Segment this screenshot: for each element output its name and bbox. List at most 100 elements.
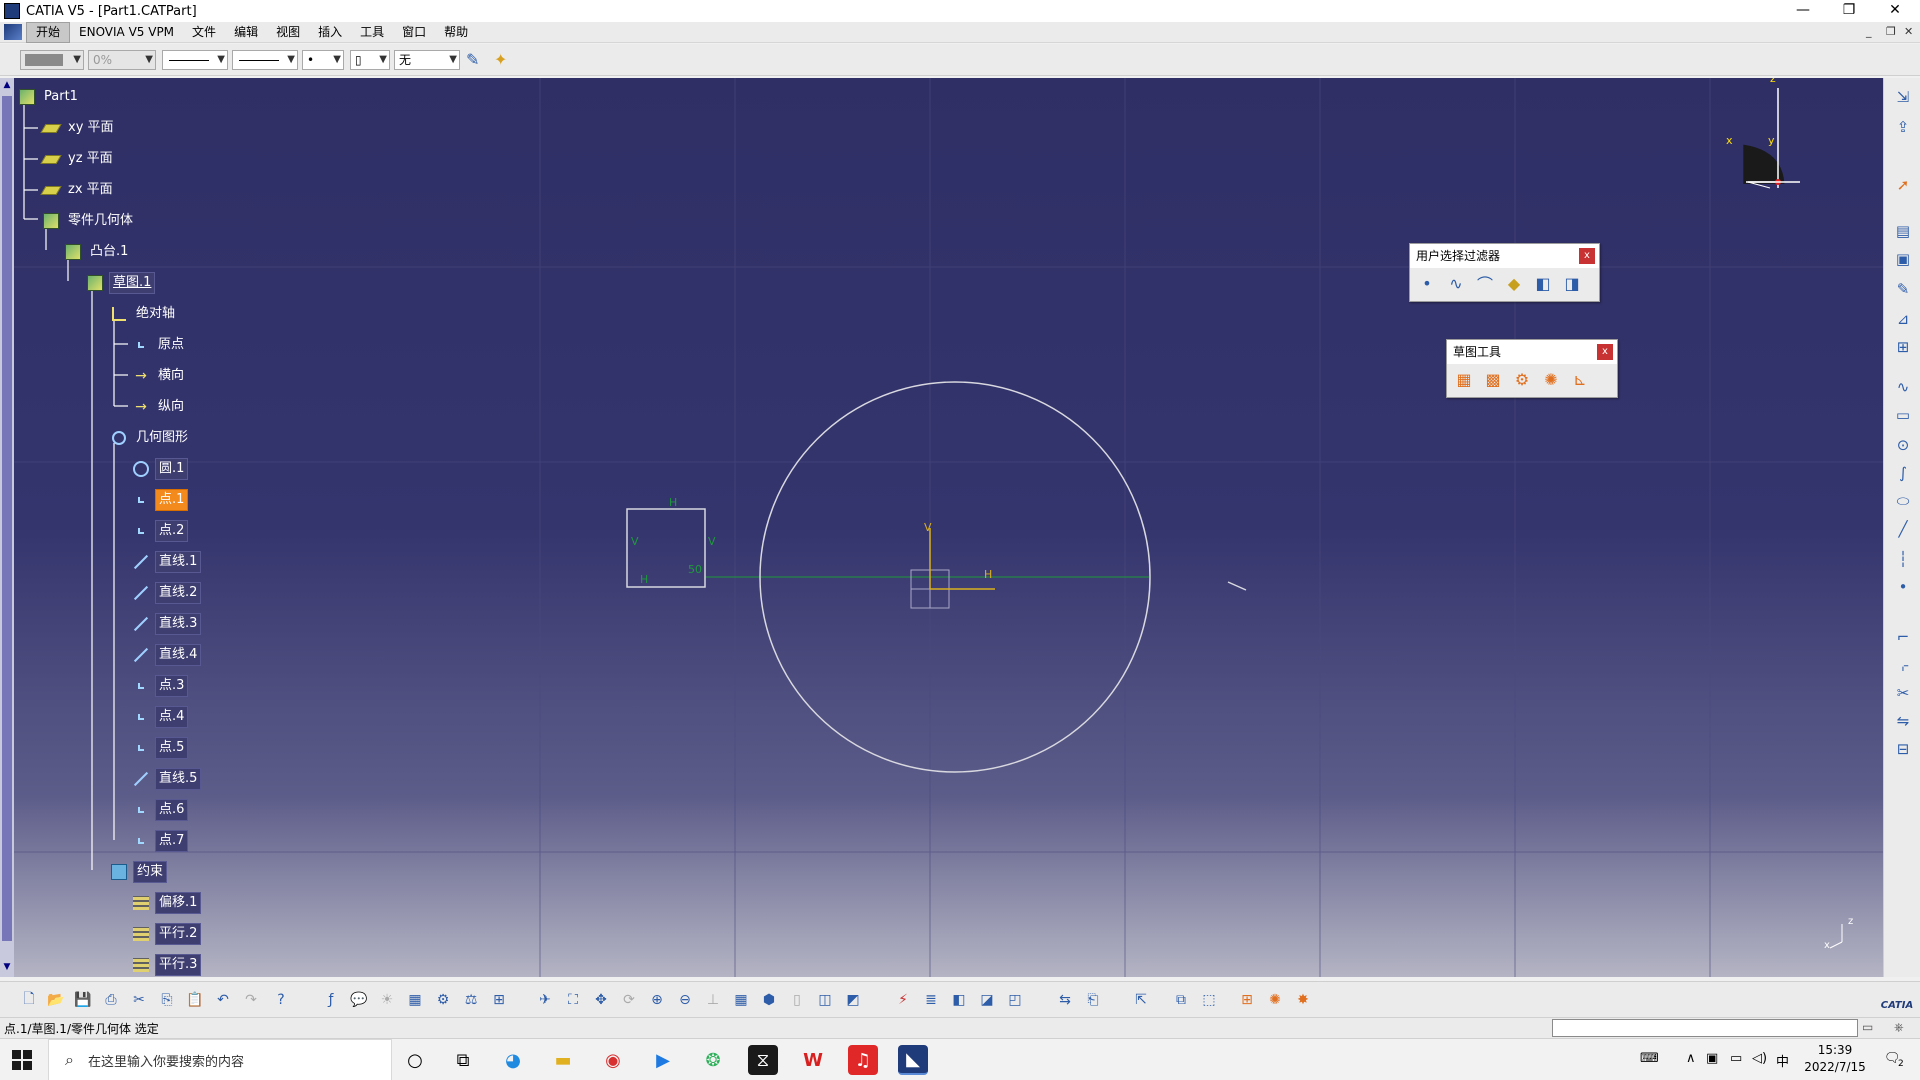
menu-edit[interactable]: 编辑 [225, 23, 267, 42]
tree-node-yz-plane[interactable]: yz 平面 [40, 148, 116, 170]
filter-toolbar-title[interactable]: 用户选择过滤器 x [1410, 244, 1599, 268]
tree-node-point-5[interactable]: 点.5 [132, 737, 189, 759]
tree-node-line-1[interactable]: 直线.1 [132, 551, 202, 573]
menu-enovia[interactable]: ENOVIA V5 VPM [70, 23, 183, 42]
constraint-solver-icon[interactable]: ✺ [1264, 989, 1286, 1011]
point-filter-icon[interactable]: • [1416, 272, 1438, 294]
monitor-tray-icon[interactable]: ▭ [1730, 1051, 1742, 1066]
dimensional-constraints-icon[interactable]: ⊾ [1569, 368, 1591, 390]
tree-node-point-6[interactable]: 点.6 [132, 799, 189, 821]
redo-icon[interactable]: ↷ [240, 989, 262, 1011]
tree-node-geometry[interactable]: 几何图形 [110, 427, 191, 449]
copy-icon[interactable]: ⎘ [156, 989, 178, 1011]
chrome-icon[interactable]: ◉ [598, 1045, 628, 1075]
layer-combo[interactable]: 无 ▼ [394, 50, 460, 70]
pan-icon[interactable]: ✥ [590, 989, 612, 1011]
filter-toolbar-close-button[interactable]: x [1579, 248, 1595, 264]
tree-node-point-2[interactable]: 点.2 [132, 520, 189, 542]
tree-node-sketch-1[interactable]: 草图.1 [86, 272, 156, 294]
curve-filter-icon[interactable]: ∿ [1445, 272, 1467, 294]
trim-icon[interactable]: ✂ [1891, 682, 1915, 704]
tree-node-line-5[interactable]: 直线.5 [132, 768, 202, 790]
3d-viewport[interactable]: H V V H 50 V H z x y z x ▲ ▼ Part1 xy 平面… [0, 78, 1883, 977]
tree-node-pad-1[interactable]: 凸台.1 [64, 241, 131, 263]
command-history-icon[interactable]: ▭ [1862, 1020, 1873, 1034]
workbench-switch-icon[interactable]: ⇆ [1054, 989, 1076, 1011]
paste-icon[interactable]: 📋 [184, 989, 206, 1011]
tree-node-origin[interactable]: 原点 [132, 334, 187, 356]
sketch-icon[interactable]: ▤ [1891, 220, 1915, 242]
tree-node-vertical[interactable]: → 纵向 [132, 396, 187, 418]
command-execute-icon[interactable]: ⎈ [1894, 1020, 1904, 1035]
diagnosis-icon[interactable]: ◰ [1004, 989, 1026, 1011]
constraint-icon[interactable]: ⊿ [1891, 308, 1915, 330]
tree-node-parallel-2[interactable]: 平行.2 [132, 923, 202, 945]
linetype-combo[interactable]: ▼ [232, 50, 298, 70]
command-input[interactable] [1552, 1019, 1858, 1037]
circle-icon[interactable]: ⊙ [1891, 434, 1915, 456]
tree-node-line-4[interactable]: 直线.4 [132, 644, 202, 666]
analysis-icon[interactable]: ⊞ [488, 989, 510, 1011]
zoom-in-icon[interactable]: ⊕ [646, 989, 668, 1011]
swap-space-icon[interactable]: ◩ [842, 989, 864, 1011]
rectangle-icon[interactable]: ▭ [1891, 404, 1915, 426]
spline-icon[interactable]: ∫ [1891, 462, 1915, 484]
project-icon[interactable]: ⊟ [1891, 738, 1915, 760]
normal-view-icon[interactable]: ⊥ [702, 989, 724, 1011]
select-filter-icon[interactable]: ⇱ [1130, 989, 1152, 1011]
shading-icon[interactable]: ▯ [786, 989, 808, 1011]
render-style-combo[interactable]: ▯ ▼ [350, 50, 390, 70]
corner-icon[interactable]: ⌐ [1891, 626, 1915, 648]
positioned-sketch-icon[interactable]: ▣ [1891, 248, 1915, 270]
windows-start-icon[interactable] [12, 1050, 32, 1070]
sketch-tools-title[interactable]: 草图工具 x [1447, 340, 1617, 364]
mdi-close-icon[interactable]: ✕ [1904, 25, 1913, 38]
new-icon[interactable]: 🗋 [18, 989, 40, 1011]
save-icon[interactable]: 💾 [72, 989, 94, 1011]
mdi-restore-icon[interactable]: ❐ [1886, 25, 1896, 38]
intersection-filter-icon[interactable]: ◨ [1561, 272, 1583, 294]
cut-icon[interactable]: ✂ [128, 989, 150, 1011]
tree-node-horizontal[interactable]: → 横向 [132, 365, 187, 387]
sketch-analysis-icon[interactable]: ⚡ [892, 989, 914, 1011]
axis-icon[interactable]: ┆ [1891, 548, 1915, 570]
transparency-combo[interactable]: 0% ▼ [88, 50, 156, 70]
netease-music-icon[interactable]: ♫ [848, 1045, 878, 1075]
measure-icon[interactable]: ⚖ [460, 989, 482, 1011]
publish-icon[interactable]: ⎗ [1082, 989, 1104, 1011]
color-combo[interactable]: ▼ [20, 50, 84, 70]
visualization-icon[interactable]: ◧ [948, 989, 970, 1011]
taskbar-search-box[interactable]: ⌕ 在这里输入你要搜索的内容 [48, 1039, 392, 1080]
tree-node-zx-plane[interactable]: zx 平面 [40, 179, 116, 201]
chamfer-icon[interactable]: ⌌ [1891, 654, 1915, 676]
fly-icon[interactable]: ✈ [534, 989, 556, 1011]
undo-icon[interactable]: ↶ [212, 989, 234, 1011]
volume-icon[interactable]: ◁) [1752, 1051, 1767, 1066]
tree-node-xy-plane[interactable]: xy 平面 [40, 117, 117, 139]
menu-view[interactable]: 视图 [267, 23, 309, 42]
edge-browser-icon[interactable]: ◕ [498, 1045, 528, 1075]
point-icon[interactable]: • [1891, 576, 1915, 598]
cortana-icon[interactable]: ○ [400, 1045, 430, 1075]
open-icon[interactable]: 📂 [45, 989, 67, 1011]
menu-start[interactable]: 开始 [26, 21, 71, 43]
close-button[interactable]: ✕ [1872, 0, 1918, 22]
wechat-icon[interactable]: ❂ [698, 1045, 728, 1075]
network-tray-icon[interactable]: ▣ [1706, 1051, 1718, 1066]
catia-taskbar-icon[interactable]: ◣ [898, 1045, 928, 1075]
tree-node-constraints[interactable]: 约束 [110, 861, 168, 883]
stack-icon[interactable]: ⬚ [1198, 989, 1220, 1011]
table-icon[interactable]: ▦ [404, 989, 426, 1011]
minimize-button[interactable]: — [1780, 0, 1826, 22]
taskbar-clock[interactable]: 15:39 2022/7/15 [1795, 1042, 1875, 1076]
rotate-icon[interactable]: ⟳ [618, 989, 640, 1011]
restore-button[interactable]: ❐ [1826, 0, 1872, 22]
app-arrow-icon[interactable]: ▶ [648, 1045, 678, 1075]
tree-node-point-7[interactable]: 点.7 [132, 830, 189, 852]
iso-view-icon[interactable]: ⬢ [758, 989, 780, 1011]
tree-node-part-body[interactable]: 零件几何体 [42, 210, 136, 232]
tree-node-point-4[interactable]: 点.4 [132, 706, 189, 728]
animate-constraint-icon[interactable]: ⊞ [1891, 336, 1915, 358]
construction-element-icon[interactable]: ⚙ [1511, 368, 1533, 390]
mirror-icon[interactable]: ⇋ [1891, 710, 1915, 732]
